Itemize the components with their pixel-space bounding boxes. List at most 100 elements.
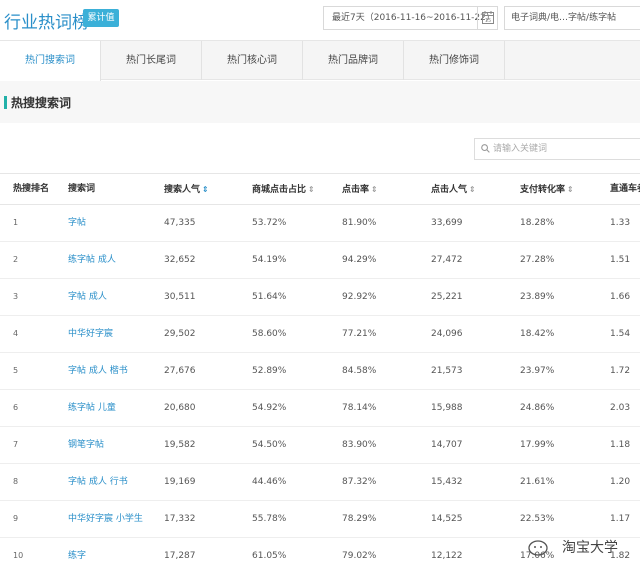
- cell-click-popularity: 25,221: [431, 292, 463, 302]
- keyword-table: 热搜排名 搜索词 搜索人气 ⇕ 商城点击占比 ⇕ 点击率 ⇕ 点击人气 ⇕ 支付转化率 ⇕…: [0, 173, 640, 571]
- cell-mall-click-ratio: 55.78%: [252, 514, 287, 524]
- table-body: 1 字帖 47,335 53.72% 81.90% 33,699 18.28% 1.33 2 练字…: [0, 205, 640, 571]
- cell-search-popularity: 17,287: [164, 551, 196, 561]
- tab-core[interactable]: 热门核心词: [202, 41, 303, 80]
- date-range-selector[interactable]: 最近7天（2016-11-16~2016-11-22）: [323, 6, 498, 30]
- cell-keyword[interactable]: 字帖 成人 楷书: [68, 353, 128, 389]
- table-row: 8 字帖 成人 行书 19,169 44.46% 87.32% 15,432 21.61% 1…: [0, 464, 640, 501]
- cell-rank: 5: [13, 366, 19, 375]
- cell-ctr: 78.14%: [342, 403, 377, 413]
- cell-keyword[interactable]: 练字帖 成人: [68, 242, 116, 278]
- tab-hot-search[interactable]: 热门搜索词: [0, 41, 101, 81]
- sort-icon[interactable]: ⇕: [202, 185, 209, 194]
- cell-click-popularity: 15,432: [431, 477, 463, 487]
- col-payment-conversion[interactable]: 支付转化率 ⇕: [520, 174, 574, 206]
- cell-keyword[interactable]: 字帖 成人 行书: [68, 464, 128, 500]
- search-icon[interactable]: [481, 144, 490, 153]
- cell-search-popularity: 29,502: [164, 329, 196, 339]
- page-header: 行业热词榜 累计值 最近7天（2016-11-16~2016-11-22） 15…: [0, 0, 640, 40]
- keyword-search: [474, 138, 640, 160]
- watermark: 淘宝大学: [512, 534, 640, 562]
- cell-ctr: 92.92%: [342, 292, 377, 302]
- cell-ctr: 81.90%: [342, 218, 377, 228]
- cell-ctr: 87.32%: [342, 477, 377, 487]
- col-ztc-reference: 直通车参: [610, 184, 640, 194]
- table-row: 1 字帖 47,335 53.72% 81.90% 33,699 18.28% 1.33: [0, 205, 640, 242]
- table-row: 6 练字帖 儿童 20,680 54.92% 78.14% 15,988 24.86% 2.0…: [0, 390, 640, 427]
- col-label: 搜索人气: [164, 185, 201, 195]
- cell-rank: 10: [13, 551, 24, 560]
- cell-rank: 3: [13, 292, 19, 301]
- cell-payment-conversion: 23.97%: [520, 366, 555, 376]
- col-label: 商城点击占比: [252, 185, 307, 195]
- cell-rank: 7: [13, 440, 19, 449]
- cell-keyword[interactable]: 字帖 成人: [68, 279, 107, 315]
- cell-mall-click-ratio: 54.50%: [252, 440, 287, 450]
- tab-brand[interactable]: 热门品牌词: [303, 41, 404, 80]
- cell-click-popularity: 14,525: [431, 514, 463, 524]
- cell-search-popularity: 30,511: [164, 292, 196, 302]
- cell-click-popularity: 21,573: [431, 366, 463, 376]
- cell-keyword[interactable]: 中华好字宸 小学生: [68, 501, 143, 537]
- category-selector[interactable]: 电子词典/电…字帖/练字帖: [504, 6, 640, 30]
- cell-keyword[interactable]: 练字帖 儿童: [68, 390, 116, 426]
- cell-keyword[interactable]: 字帖: [68, 205, 86, 241]
- cell-keyword[interactable]: 钢笔字帖: [68, 427, 104, 463]
- cell-search-popularity: 32,652: [164, 255, 196, 265]
- cell-search-popularity: 17,332: [164, 514, 196, 524]
- cell-search-popularity: 19,169: [164, 477, 196, 487]
- cell-keyword[interactable]: 练字: [68, 538, 86, 571]
- cell-payment-conversion: 22.53%: [520, 514, 555, 524]
- cell-search-popularity: 27,676: [164, 366, 196, 376]
- cell-payment-conversion: 27.28%: [520, 255, 555, 265]
- cell-ztc-reference: 2.03: [610, 403, 631, 413]
- cell-ctr: 77.21%: [342, 329, 377, 339]
- cell-click-popularity: 33,699: [431, 218, 463, 228]
- table-row: 7 钢笔字帖 19,582 54.50% 83.90% 14,707 17.99% 1.18: [0, 427, 640, 464]
- tab-long-tail[interactable]: 热门长尾词: [101, 41, 202, 80]
- sort-icon[interactable]: ⇕: [371, 185, 378, 194]
- col-click-popularity[interactable]: 点击人气 ⇕: [431, 174, 476, 206]
- cell-mall-click-ratio: 61.05%: [252, 551, 287, 561]
- cell-ztc-reference: 1.72: [610, 366, 631, 376]
- cell-rank: 4: [13, 329, 19, 338]
- svg-text:15: 15: [485, 18, 491, 24]
- col-keyword: 搜索词: [68, 184, 96, 194]
- cell-payment-conversion: 21.61%: [520, 477, 555, 487]
- cell-ctr: 78.29%: [342, 514, 377, 524]
- calendar-icon[interactable]: 15: [477, 7, 498, 29]
- cell-mall-click-ratio: 58.60%: [252, 329, 287, 339]
- page-title: 行业热词榜: [4, 13, 89, 33]
- table-row: 4 中华好字宸 29,502 58.60% 77.21% 24,096 18.42% 1.54: [0, 316, 640, 353]
- table-header: 热搜排名 搜索词 搜索人气 ⇕ 商城点击占比 ⇕ 点击率 ⇕ 点击人气 ⇕ 支付转化率 ⇕…: [0, 173, 640, 205]
- cumulative-badge[interactable]: 累计值: [83, 9, 119, 27]
- col-search-popularity[interactable]: 搜索人气 ⇕: [164, 174, 209, 206]
- cell-mall-click-ratio: 51.64%: [252, 292, 287, 302]
- cell-mall-click-ratio: 54.92%: [252, 403, 287, 413]
- cell-payment-conversion: 18.28%: [520, 218, 555, 228]
- wechat-icon: [528, 540, 548, 556]
- sort-icon[interactable]: ⇕: [469, 185, 476, 194]
- sort-icon[interactable]: ⇕: [567, 185, 574, 194]
- cell-ctr: 83.90%: [342, 440, 377, 450]
- sort-icon[interactable]: ⇕: [308, 185, 315, 194]
- col-label: 点击人气: [431, 185, 468, 195]
- cell-ztc-reference: 1.51: [610, 255, 631, 265]
- cell-mall-click-ratio: 53.72%: [252, 218, 287, 228]
- cell-ztc-reference: 1.66: [610, 292, 631, 302]
- cell-rank: 6: [13, 403, 19, 412]
- cell-search-popularity: 47,335: [164, 218, 196, 228]
- table-row: 5 字帖 成人 楷书 27,676 52.89% 84.58% 21,573 23.97% 1…: [0, 353, 640, 390]
- cell-ctr: 79.02%: [342, 551, 377, 561]
- cell-keyword[interactable]: 中华好字宸: [68, 316, 113, 352]
- section-header: 热搜搜索词: [0, 81, 640, 123]
- cell-rank: 8: [13, 477, 19, 486]
- cell-payment-conversion: 17.99%: [520, 440, 555, 450]
- col-mall-click-ratio[interactable]: 商城点击占比 ⇕: [252, 174, 315, 206]
- cell-rank: 1: [13, 218, 19, 227]
- search-input[interactable]: [493, 141, 633, 157]
- tab-modifier[interactable]: 热门修饰词: [404, 41, 505, 80]
- tab-bar: 热门搜索词 热门长尾词 热门核心词 热门品牌词 热门修饰词: [0, 40, 640, 81]
- col-ctr[interactable]: 点击率 ⇕: [342, 174, 378, 206]
- cell-ztc-reference: 1.17: [610, 514, 631, 524]
